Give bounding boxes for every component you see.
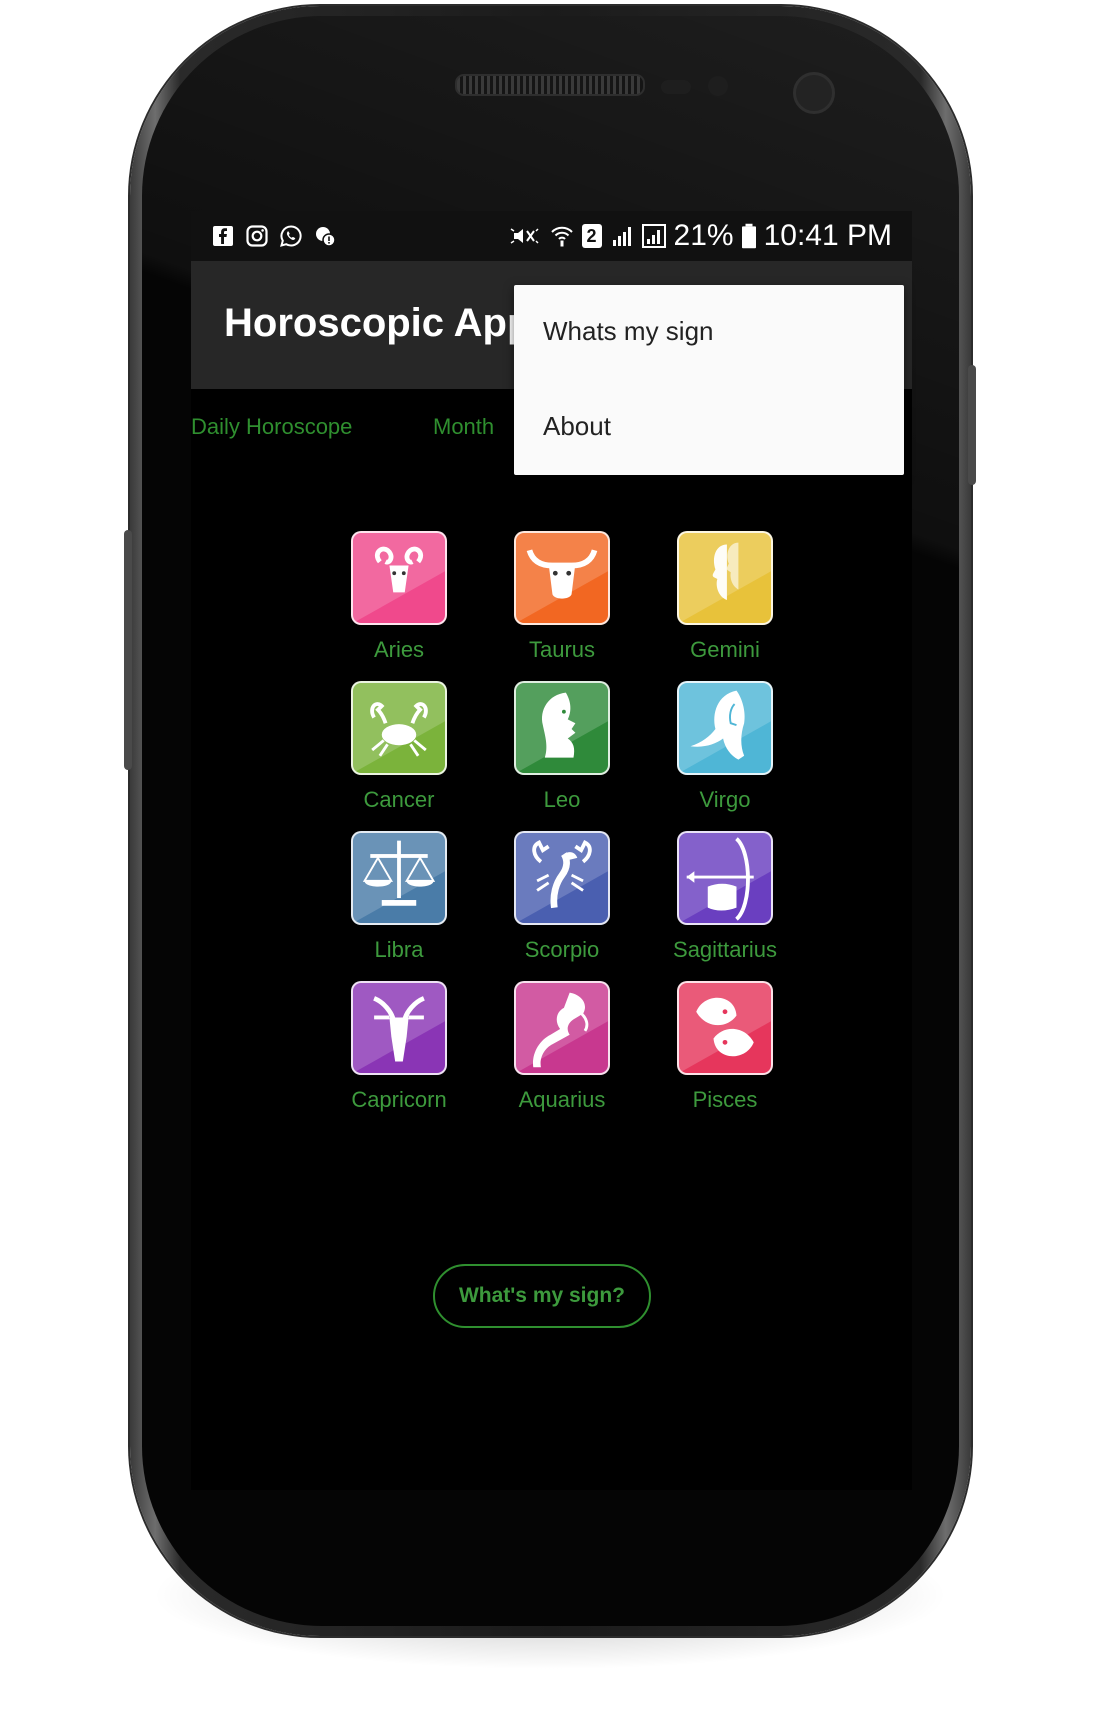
scales-icon[interactable] [351, 831, 447, 925]
archer-icon-glyph [679, 833, 771, 923]
sign-cancer[interactable]: Cancer [321, 681, 481, 831]
app-title: Horoscopic App [224, 301, 532, 345]
lion-icon[interactable] [514, 681, 610, 775]
sign-label: Leo [543, 787, 581, 812]
archer-icon[interactable] [677, 831, 773, 925]
sign-label: Taurus [528, 637, 596, 662]
fish-icon-glyph [679, 983, 771, 1073]
tab-daily-horoscope[interactable]: Daily Horoscope [191, 414, 352, 440]
sign-label: Aquarius [518, 1087, 606, 1112]
wifi-icon [550, 226, 573, 247]
scorpion-icon[interactable] [514, 831, 610, 925]
sign-aquarius[interactable]: Aquarius [484, 981, 644, 1131]
sign-gemini[interactable]: Gemini [647, 531, 807, 681]
sign-label: Capricorn [351, 1087, 447, 1112]
facebook-icon [213, 226, 233, 246]
status-system-icons: 2 21% 10:41 PM [508, 219, 892, 253]
fish-icon[interactable] [677, 981, 773, 1075]
sign-aries[interactable]: Aries [321, 531, 481, 681]
twins-icon[interactable] [677, 531, 773, 625]
bull-icon[interactable] [514, 531, 610, 625]
sign-label: Virgo [699, 787, 751, 812]
clock: 10:41 PM [763, 219, 892, 252]
signal-icon-2 [641, 224, 666, 248]
sign-virgo[interactable]: Virgo [647, 681, 807, 831]
whatsapp-icon [280, 225, 302, 247]
sign-label: Pisces [692, 1087, 758, 1112]
notification-icon [316, 227, 336, 247]
whats-my-sign-button[interactable]: What's my sign? [433, 1264, 651, 1328]
sign-label: Gemini [690, 637, 760, 662]
sim-2-icon: 2 [581, 224, 602, 248]
crab-icon-glyph [353, 683, 445, 773]
ram-icon[interactable] [351, 531, 447, 625]
sign-label: Cancer [363, 787, 435, 812]
maiden-icon-glyph [679, 683, 771, 773]
battery-percent: 21% [673, 219, 734, 252]
mute-icon [510, 228, 539, 244]
sign-capricorn[interactable]: Capricorn [321, 981, 481, 1131]
status-notification-icons [211, 224, 337, 248]
water-bearer-icon-glyph [516, 983, 608, 1073]
power-button [968, 365, 976, 485]
battery-icon [741, 223, 756, 249]
scales-icon-glyph [353, 833, 445, 923]
earpiece-speaker [455, 74, 645, 96]
sign-sagittarius[interactable]: Sagittarius [647, 831, 807, 981]
sign-label: Libra [374, 937, 424, 962]
front-camera [793, 72, 835, 114]
twins-icon-glyph [679, 533, 771, 623]
maiden-icon[interactable] [677, 681, 773, 775]
tab-monthly[interactable]: Month [433, 414, 494, 440]
sign-taurus[interactable]: Taurus [484, 531, 644, 681]
sign-label: Scorpio [524, 937, 600, 962]
status-bar: 2 21% 10:41 PM [191, 211, 912, 261]
crab-icon[interactable] [351, 681, 447, 775]
goat-icon[interactable] [351, 981, 447, 1075]
sign-label: Aries [373, 637, 425, 662]
sign-libra[interactable]: Libra [321, 831, 481, 981]
proximity-sensor [661, 80, 691, 94]
instagram-icon [246, 225, 268, 247]
lion-icon-glyph [516, 683, 608, 773]
sign-label: Sagittarius [673, 937, 777, 962]
volume-button [124, 530, 132, 770]
sign-scorpio[interactable]: Scorpio [484, 831, 644, 981]
ram-icon-glyph [353, 533, 445, 623]
signal-icon [612, 227, 631, 246]
bull-icon-glyph [516, 533, 608, 623]
sign-pisces[interactable]: Pisces [647, 981, 807, 1131]
menu-item-label: About [543, 411, 611, 441]
scorpion-icon-glyph [516, 833, 608, 923]
menu-item-whats-my-sign[interactable]: Whats my sign [514, 285, 904, 380]
light-sensor [708, 76, 728, 96]
water-bearer-icon[interactable] [514, 981, 610, 1075]
goat-icon-glyph [353, 983, 445, 1073]
overflow-menu: Whats my sign About [514, 285, 904, 475]
menu-item-label: Whats my sign [543, 316, 714, 346]
menu-item-about[interactable]: About [514, 380, 904, 475]
sign-leo[interactable]: Leo [484, 681, 644, 831]
